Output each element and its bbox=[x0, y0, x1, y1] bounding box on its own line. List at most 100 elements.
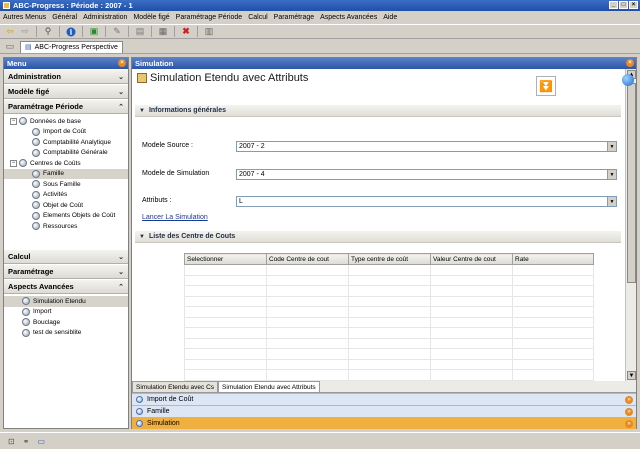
table-cell[interactable] bbox=[512, 316, 594, 328]
table-cell[interactable] bbox=[266, 348, 349, 360]
table-cell[interactable] bbox=[348, 264, 431, 276]
table-cell[interactable] bbox=[348, 295, 431, 307]
close-panel-icon[interactable]: × bbox=[118, 59, 126, 67]
dropdown-arrow-icon[interactable]: ▼ bbox=[607, 170, 616, 179]
table-row[interactable] bbox=[184, 358, 594, 370]
vertical-scrollbar[interactable]: ▲ ▼ bbox=[625, 69, 636, 381]
column-header-valeur[interactable]: Valeur Centre de cout bbox=[430, 253, 513, 265]
column-header-type[interactable]: Type centre de coût bbox=[348, 253, 431, 265]
accordion-modele-fige[interactable]: Modèle figé ⌄ bbox=[4, 84, 128, 99]
table-row[interactable] bbox=[184, 369, 594, 381]
table-cell[interactable] bbox=[184, 327, 267, 339]
modele-simulation-select[interactable]: 2007 - 4 ▼ bbox=[236, 169, 617, 180]
table-row[interactable] bbox=[184, 327, 594, 339]
table-cell[interactable] bbox=[430, 306, 513, 318]
table-cell[interactable] bbox=[430, 316, 513, 328]
table-cell[interactable] bbox=[430, 337, 513, 349]
table-cell[interactable] bbox=[266, 306, 349, 318]
scroll-down-icon[interactable]: ▼ bbox=[627, 371, 636, 380]
tree-node-import-de-cout[interactable]: Import de Coût bbox=[4, 127, 128, 138]
accordion-parametrage-periode[interactable]: Paramétrage Période ⌃ bbox=[4, 99, 128, 114]
section-liste-centres-couts[interactable]: ▼ Liste des Centre de Couts bbox=[135, 231, 621, 243]
column-header-rate[interactable]: Rate bbox=[512, 253, 594, 265]
restore-view-icon[interactable]: » bbox=[625, 419, 633, 428]
table-cell[interactable] bbox=[512, 348, 594, 360]
table-row[interactable] bbox=[184, 274, 594, 286]
tree-node-donnees-de-base[interactable]: − Données de base bbox=[4, 116, 128, 127]
table-cell[interactable] bbox=[184, 316, 267, 328]
table-cell[interactable] bbox=[266, 316, 349, 328]
tree-node-test-de-sensiblite[interactable]: test de sensiblite bbox=[4, 328, 128, 339]
tree-node-objet-de-cout[interactable]: Objet de Coût bbox=[4, 200, 128, 211]
tab-simulation-etendu-cs[interactable]: Simulation Etendu avec Cs bbox=[132, 381, 219, 392]
delete-x-icon[interactable]: ✖ bbox=[180, 26, 192, 38]
menu-aide[interactable]: Aide bbox=[383, 14, 397, 21]
minimize-button[interactable]: _ bbox=[609, 1, 618, 9]
close-panel-icon[interactable]: × bbox=[626, 59, 634, 67]
tree-node-simulation-etendu[interactable]: Simulation Etendu bbox=[4, 296, 128, 307]
table-cell[interactable] bbox=[430, 285, 513, 297]
accordion-administration[interactable]: Administration ⌄ bbox=[4, 69, 128, 84]
table-cell[interactable] bbox=[266, 358, 349, 370]
link-icon[interactable]: ⚭ bbox=[23, 437, 30, 446]
open-perspective-icon[interactable]: ▭ bbox=[4, 41, 16, 53]
table-row[interactable] bbox=[184, 264, 594, 276]
dropdown-arrow-icon[interactable]: ▼ bbox=[607, 142, 616, 151]
docked-view-import-de-cout[interactable]: Import de Coût » bbox=[132, 393, 636, 405]
section-informations-generales[interactable]: ▼ Informations générales bbox=[135, 105, 621, 117]
table-cell[interactable] bbox=[266, 327, 349, 339]
table-cell[interactable] bbox=[512, 285, 594, 297]
report-icon[interactable]: ▥ bbox=[203, 26, 215, 38]
menu-autres-menus[interactable]: Autres Menus bbox=[3, 14, 46, 21]
table-cell[interactable] bbox=[512, 337, 594, 349]
globe-icon[interactable] bbox=[622, 74, 634, 86]
document-icon[interactable]: ▤ bbox=[134, 26, 146, 38]
accordion-aspects-avancees[interactable]: Aspects Avancées ⌃ bbox=[4, 279, 128, 294]
table-cell[interactable] bbox=[184, 274, 267, 286]
table-cell[interactable] bbox=[348, 316, 431, 328]
table-row[interactable] bbox=[184, 295, 594, 307]
fast-view-icon[interactable]: ⊡ bbox=[8, 437, 15, 446]
table-cell[interactable] bbox=[266, 337, 349, 349]
edit-pencil-icon[interactable]: ✎ bbox=[111, 26, 123, 38]
table-row[interactable] bbox=[184, 316, 594, 328]
table-row[interactable] bbox=[184, 285, 594, 297]
scroll-thumb[interactable] bbox=[627, 83, 636, 283]
table-cell[interactable] bbox=[348, 285, 431, 297]
modele-source-select[interactable]: 2007 - 2 ▼ bbox=[236, 141, 617, 152]
close-button[interactable]: × bbox=[629, 1, 638, 9]
save-icon[interactable]: ▦ bbox=[157, 26, 169, 38]
attributs-select[interactable]: L ▼ bbox=[236, 196, 617, 207]
monitor-icon[interactable]: ▭ bbox=[37, 437, 45, 446]
info-icon[interactable]: i bbox=[65, 26, 77, 38]
tree-node-centres-de-couts[interactable]: − Centres de Coûts bbox=[4, 158, 128, 169]
menu-parametrage-periode[interactable]: Paramétrage Période bbox=[176, 14, 243, 21]
menu-administration[interactable]: Administration bbox=[83, 14, 127, 21]
tree-node-comptabilite-analytique[interactable]: Comptabilité Analytique bbox=[4, 137, 128, 148]
table-cell[interactable] bbox=[184, 264, 267, 276]
table-row[interactable] bbox=[184, 348, 594, 360]
table-cell[interactable] bbox=[512, 306, 594, 318]
export-icon[interactable]: ▣ bbox=[88, 26, 100, 38]
tree-node-elements-objets-de-cout[interactable]: Elements Objets de Coût bbox=[4, 211, 128, 222]
table-cell[interactable] bbox=[430, 264, 513, 276]
table-cell[interactable] bbox=[266, 274, 349, 286]
table-cell[interactable] bbox=[266, 369, 349, 381]
search-icon[interactable]: ⚲ bbox=[42, 26, 54, 38]
table-row[interactable] bbox=[184, 306, 594, 318]
perspective-tab[interactable]: ▤ ABC-Progress Perspective bbox=[20, 40, 123, 53]
column-header-code[interactable]: Code Centre de cout bbox=[266, 253, 349, 265]
table-cell[interactable] bbox=[430, 274, 513, 286]
table-cell[interactable] bbox=[430, 295, 513, 307]
table-cell[interactable] bbox=[266, 285, 349, 297]
forward-arrow-icon[interactable]: ⇨ bbox=[19, 26, 31, 38]
column-header-selectionner[interactable]: Selectionner bbox=[184, 253, 267, 265]
table-cell[interactable] bbox=[430, 348, 513, 360]
tree-node-comptabilite-generale[interactable]: Comptabilité Générale bbox=[4, 148, 128, 159]
table-cell[interactable] bbox=[184, 285, 267, 297]
table-cell[interactable] bbox=[266, 264, 349, 276]
table-cell[interactable] bbox=[512, 358, 594, 370]
table-cell[interactable] bbox=[512, 369, 594, 381]
table-row[interactable] bbox=[184, 337, 594, 349]
table-cell[interactable] bbox=[184, 358, 267, 370]
